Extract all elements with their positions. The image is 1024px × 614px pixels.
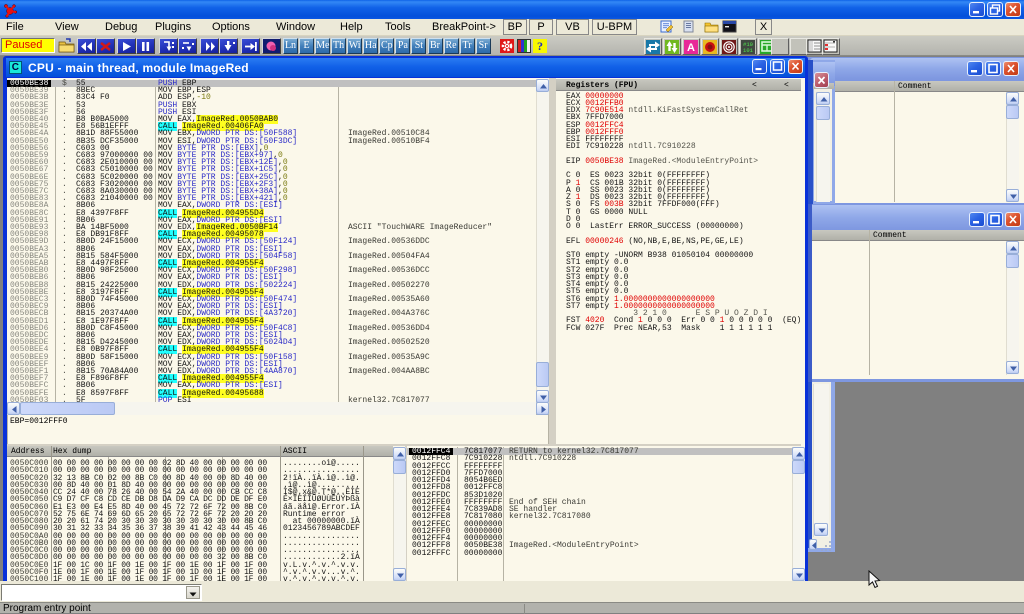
svg-text:101: 101 xyxy=(743,47,754,54)
svg-text:A: A xyxy=(687,42,695,54)
